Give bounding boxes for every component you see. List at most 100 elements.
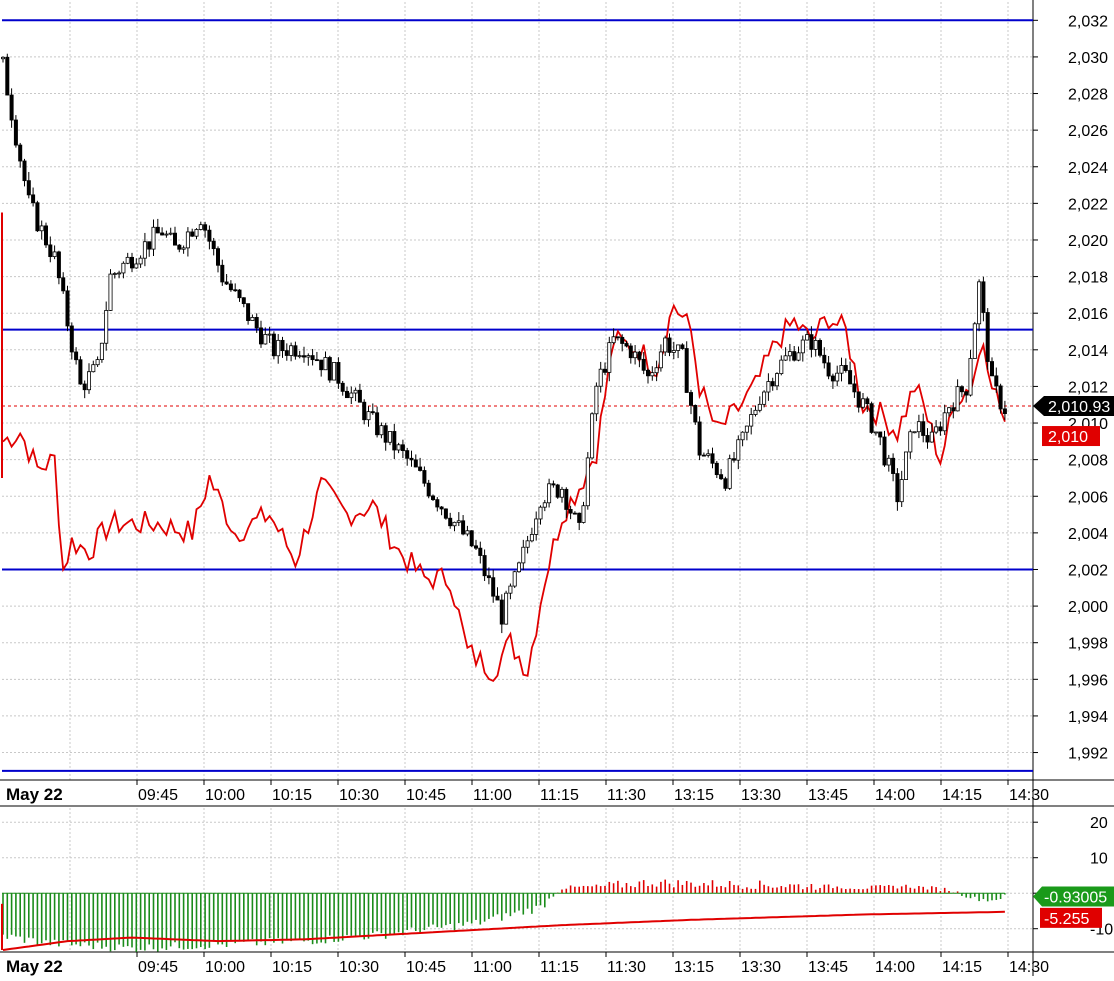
candle (749, 414, 754, 427)
candle (246, 303, 251, 321)
candle (680, 344, 685, 349)
candle (211, 240, 216, 250)
candle (775, 373, 780, 387)
candle (878, 431, 883, 438)
candle (486, 575, 491, 579)
candle (306, 355, 311, 358)
chart-window: 2,032 2,030 2,028 2,026 2,024 2,022 2,020 2,018… (0, 0, 1114, 976)
candle (177, 244, 182, 250)
candle (375, 412, 380, 436)
candle (9, 94, 14, 121)
candle (676, 344, 681, 351)
candle (349, 392, 354, 399)
candle (990, 361, 995, 377)
price-y-tick-label: 2,022 (1068, 196, 1108, 213)
candle (581, 505, 586, 523)
candle (994, 375, 999, 387)
candle (405, 450, 410, 459)
candle (886, 457, 891, 466)
candle (951, 407, 956, 412)
candle (383, 425, 388, 443)
candle (387, 431, 392, 443)
candle (121, 262, 126, 274)
candle (237, 289, 242, 299)
candle (263, 334, 268, 345)
candle (319, 359, 324, 371)
candle (766, 381, 771, 393)
candle (56, 251, 61, 279)
price-y-tick-label: 2,006 (1068, 489, 1108, 506)
candle (646, 369, 651, 377)
price-y-tick-label: 2,026 (1068, 123, 1108, 140)
candle (770, 381, 775, 387)
candle (99, 342, 104, 360)
candle (26, 180, 31, 196)
candle (671, 350, 676, 353)
price-y-tick-label: 2,030 (1068, 50, 1108, 67)
candle (491, 577, 496, 597)
candle (985, 312, 990, 362)
candle (787, 351, 792, 357)
price-y-tick-label: 2,012 (1068, 379, 1108, 396)
last-price-label: 2,010.93 (1048, 399, 1110, 416)
candle (190, 231, 195, 237)
candle (512, 571, 517, 587)
candle (873, 431, 878, 434)
candle (972, 323, 977, 359)
candle (551, 483, 556, 486)
osc-time-axis-date-label: May 22 (6, 957, 63, 976)
candle (155, 226, 160, 234)
candle (142, 241, 147, 259)
candle (637, 351, 642, 360)
candle (469, 530, 474, 547)
candle (207, 229, 212, 242)
candle (203, 224, 208, 231)
candle (744, 425, 749, 433)
candle (740, 431, 745, 441)
candle (482, 555, 487, 577)
candle (392, 431, 397, 451)
candle (1002, 408, 1007, 415)
chart-canvas[interactable]: 2,032 2,030 2,028 2,026 2,024 2,022 2,020 2,018… (0, 0, 1114, 976)
candle (418, 466, 423, 471)
candle (564, 488, 569, 510)
candle (732, 458, 737, 461)
osc-time-axis-x-tick-label: 10:30 (339, 959, 379, 976)
price-y-tick-label: 2,014 (1068, 343, 1108, 360)
candle (736, 439, 741, 461)
candle (955, 386, 960, 412)
candle (452, 521, 457, 527)
osc-time-axis-x-tick-label: 09:45 (138, 959, 178, 976)
candle (5, 56, 10, 96)
time-axis-x-tick-label: 14:15 (942, 787, 982, 804)
candle (981, 281, 986, 313)
candle (271, 333, 276, 357)
candle (667, 337, 672, 353)
candle (151, 226, 156, 250)
candle (35, 202, 40, 232)
candle (839, 365, 844, 374)
candle (276, 339, 281, 357)
osc-last-label: -0.93005 (1044, 890, 1107, 907)
candle (413, 459, 418, 468)
candle (112, 273, 117, 275)
candle (267, 333, 272, 336)
price-y-tick-label: 1,996 (1068, 672, 1108, 689)
time-axis-x-tick-label: 09:45 (138, 787, 178, 804)
candle (504, 592, 509, 625)
candle (585, 457, 590, 507)
candle (280, 339, 285, 352)
candle (843, 365, 848, 371)
price-y-tick-label: 2,004 (1068, 526, 1108, 543)
candle (904, 451, 909, 480)
candle (478, 547, 483, 556)
time-axis-x-tick-label: 10:45 (406, 787, 446, 804)
candle (366, 411, 371, 421)
candle (508, 585, 513, 594)
candle (534, 518, 539, 535)
candle (822, 354, 827, 364)
candle (465, 530, 470, 535)
candle (448, 517, 453, 527)
candle (297, 355, 302, 358)
osc-y-tick-label: 20 (1090, 815, 1108, 832)
